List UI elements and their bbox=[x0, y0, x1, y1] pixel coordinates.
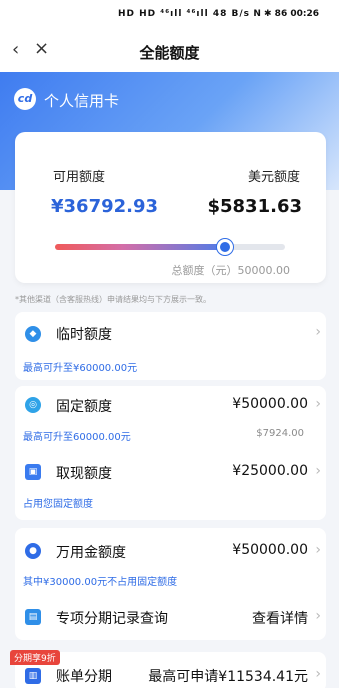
status-bar: HD HD ⁴⁶ıll ⁴⁶ıll 48 B/s N ✱ 86 00:26 bbox=[0, 0, 339, 30]
quota-usage-knob bbox=[217, 239, 234, 255]
chevron-right-icon: › bbox=[315, 463, 321, 479]
installment-query-link[interactable]: 查看详情 bbox=[252, 608, 308, 628]
universal-quota-value: ¥50000.00 bbox=[232, 542, 308, 558]
quota-usage-fill bbox=[55, 244, 226, 250]
cash-quota-icon: ▣ bbox=[25, 464, 41, 480]
fixed-quota-icon: ◎ bbox=[25, 397, 41, 413]
quota-usage-bar bbox=[55, 239, 285, 255]
installment-query-row[interactable]: ▤ 专项分期记录查询 查看详情 › bbox=[15, 600, 326, 636]
bill-installment-icon: ▥ bbox=[25, 668, 41, 684]
chevron-right-icon: › bbox=[315, 396, 321, 412]
usd-quota-label: 美元额度 bbox=[247, 170, 300, 185]
available-quota-value: ¥36792.93 bbox=[51, 196, 159, 217]
fixed-cash-panel: ◎ 固定额度 ¥50000.00 › 最高可升至60000.00元 $7924.… bbox=[15, 386, 326, 520]
fixed-quota-label: 固定额度 bbox=[56, 399, 112, 415]
temp-quota-icon: ◆ bbox=[25, 326, 41, 342]
bill-installment-value: 最高可申请¥11534.41元 bbox=[148, 669, 308, 685]
chevron-right-icon: › bbox=[315, 542, 321, 558]
cash-quota-sub: 占用您固定额度 bbox=[23, 499, 93, 510]
chevron-right-icon: › bbox=[315, 666, 321, 682]
bank-logo-icon: cd bbox=[14, 88, 36, 110]
card-title: 个人信用卡 bbox=[44, 92, 120, 110]
universal-quota-row[interactable]: ● 万用金额度 ¥50000.00 › 其中¥30000.00元不占用固定额度 bbox=[15, 528, 326, 588]
chevron-right-icon: › bbox=[315, 324, 321, 340]
battery-time-status: N ✱ 86 00:26 bbox=[253, 9, 319, 19]
chevron-right-icon: › bbox=[315, 608, 321, 624]
available-quota-label: 可用额度 bbox=[53, 170, 106, 185]
fixed-quota-usd: $7924.00 bbox=[256, 428, 304, 439]
bill-installment-label: 账单分期 bbox=[56, 669, 112, 685]
bill-installment-panel[interactable]: ▥ 账单分期 最高可申请¥11534.41元 › bbox=[15, 652, 326, 688]
nav-bar: ‹ × 全能额度 bbox=[0, 30, 339, 72]
temp-quota-panel[interactable]: ◆ 临时额度 › 最高可升至¥60000.00元 bbox=[15, 312, 326, 380]
fixed-quota-sub: 最高可升至60000.00元 bbox=[23, 432, 131, 443]
universal-quota-icon: ● bbox=[25, 543, 41, 559]
installment-query-label: 专项分期记录查询 bbox=[56, 611, 168, 627]
temp-quota-sub: 最高可升至¥60000.00元 bbox=[23, 363, 138, 374]
disclaimer-note: *其他渠道（含客服热线）申请结果均与下方展示一致。 bbox=[15, 295, 211, 304]
cash-quota-row[interactable]: ▣ 取现额度 ¥25000.00 › 占用您固定额度 bbox=[15, 454, 326, 516]
universal-panel: ● 万用金额度 ¥50000.00 › 其中¥30000.00元不占用固定额度 … bbox=[15, 528, 326, 640]
temp-quota-label: 临时额度 bbox=[56, 327, 112, 343]
quota-card: 可用额度 ¥36792.93 美元额度 $5831.63 总额度（元）50000… bbox=[15, 132, 326, 283]
cash-quota-value: ¥25000.00 bbox=[232, 463, 308, 479]
installment-query-icon: ▤ bbox=[25, 609, 41, 625]
fixed-quota-value: ¥50000.00 bbox=[232, 396, 308, 412]
signal-status: HD HD ⁴⁶ıll ⁴⁶ıll 48 B/s bbox=[118, 9, 250, 19]
universal-quota-sub: 其中¥30000.00元不占用固定额度 bbox=[23, 577, 178, 588]
universal-quota-label: 万用金额度 bbox=[56, 545, 126, 561]
cash-quota-label: 取现额度 bbox=[56, 466, 112, 482]
promo-badge: 分期享9折 bbox=[10, 650, 60, 665]
page-title: 全能额度 bbox=[139, 44, 200, 62]
usd-quota-value: $5831.63 bbox=[207, 196, 302, 217]
fixed-quota-row[interactable]: ◎ 固定额度 ¥50000.00 › 最高可升至60000.00元 $7924.… bbox=[15, 386, 326, 448]
total-quota: 总额度（元）50000.00 bbox=[171, 264, 291, 277]
